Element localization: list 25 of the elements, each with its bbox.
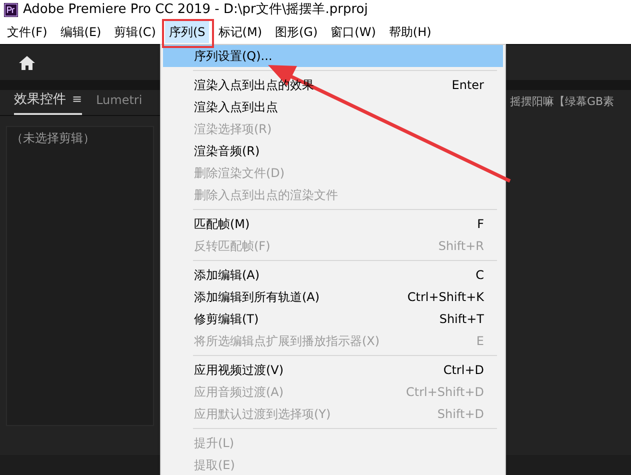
menu-option[interactable]: 序列设置(Q)... — [163, 45, 503, 67]
menu-option[interactable]: 添加编辑到所有轨道(A) Ctrl+Shift+K — [163, 286, 503, 308]
home-icon[interactable] — [18, 54, 36, 70]
annotation-box — [162, 19, 214, 48]
menu-item[interactable]: 剪辑(C) — [110, 21, 160, 43]
menu-item[interactable]: 帮助(H) — [384, 21, 436, 43]
menu-item[interactable]: 序列(S — [164, 21, 210, 43]
menu-item[interactable]: 标记(M) — [214, 21, 266, 43]
menu-option[interactable]: 匹配帧(M) F — [163, 213, 503, 235]
panel-tab[interactable]: 效果控件 — [14, 90, 66, 109]
menu-option[interactable]: 修剪编辑(T) Shift+T — [163, 308, 503, 330]
menu-item[interactable]: 编辑(E) — [56, 21, 106, 43]
menu-option[interactable]: 渲染入点到出点 — [163, 96, 503, 118]
panel-title: 摇摆阳嘛【绿幕GB素 — [510, 94, 616, 110]
panel-menu-button[interactable]: ≡ — [72, 90, 82, 108]
menu-option[interactable]: 添加编辑(A) C — [163, 264, 503, 286]
menu-item[interactable]: 文件(F) — [3, 21, 52, 43]
panel-message: （未选择剪辑） — [10, 130, 96, 147]
menu-item[interactable]: 窗口(W) — [326, 21, 380, 43]
window-title: Adobe Premiere Pro CC 2019 - D:\pr文件\摇摆羊.prproj — [23, 1, 368, 20]
menu-option[interactable]: 应用视频过渡(V) Ctrl+D — [163, 359, 503, 381]
menu-item[interactable]: 图形(G) — [271, 21, 322, 43]
panel-tab[interactable]: Lumetri — [96, 91, 142, 109]
app-icon — [4, 3, 18, 17]
menu-option[interactable]: 渲染音频(R) — [163, 140, 503, 162]
